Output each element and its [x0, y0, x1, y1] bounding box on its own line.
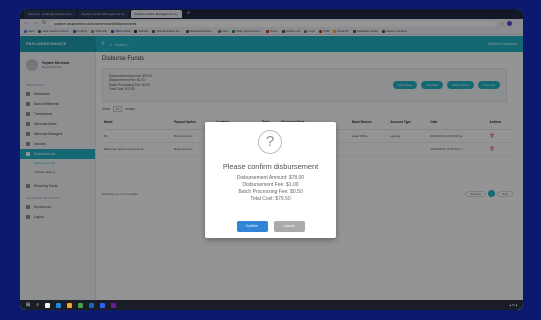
- outlook-icon[interactable]: [89, 302, 95, 308]
- dialog-total: Total Cost: $79.50: [250, 196, 291, 202]
- search-icon[interactable]: ⌕: [36, 300, 39, 310]
- edge-icon[interactable]: [56, 302, 62, 308]
- file-explorer-icon[interactable]: [67, 302, 73, 308]
- question-icon: ?: [258, 130, 282, 154]
- task-view-icon[interactable]: [45, 302, 51, 308]
- confirm-dialog: ? Please confirm disbursement Disburseme…: [205, 122, 336, 238]
- teams-icon[interactable]: [111, 302, 117, 308]
- confirm-button[interactable]: Confirm: [236, 221, 268, 232]
- chrome-icon[interactable]: [78, 302, 84, 308]
- cancel-button[interactable]: Cancel: [273, 221, 305, 232]
- dialog-amount: Disbursement Amount: $78.00: [236, 175, 305, 181]
- screenshot-frame: Inbox (2) - dearly@example.com Paylane O…: [20, 9, 523, 310]
- os-taskbar: ⊞ ⌕ ▴ ▭ ◂: [20, 300, 523, 310]
- dialog-batch-fee: Batch Processing Fee: $0.50: [238, 189, 303, 195]
- dialog-fee: Disbursement Fee: $1.00: [242, 182, 299, 188]
- taskbar-clock-icon[interactable]: ▴ ▭ ◂: [509, 303, 523, 307]
- windows-start-icon[interactable]: ⊞: [26, 300, 30, 310]
- app-icon[interactable]: [100, 302, 106, 308]
- dialog-title: Please confirm disbursement: [222, 162, 319, 171]
